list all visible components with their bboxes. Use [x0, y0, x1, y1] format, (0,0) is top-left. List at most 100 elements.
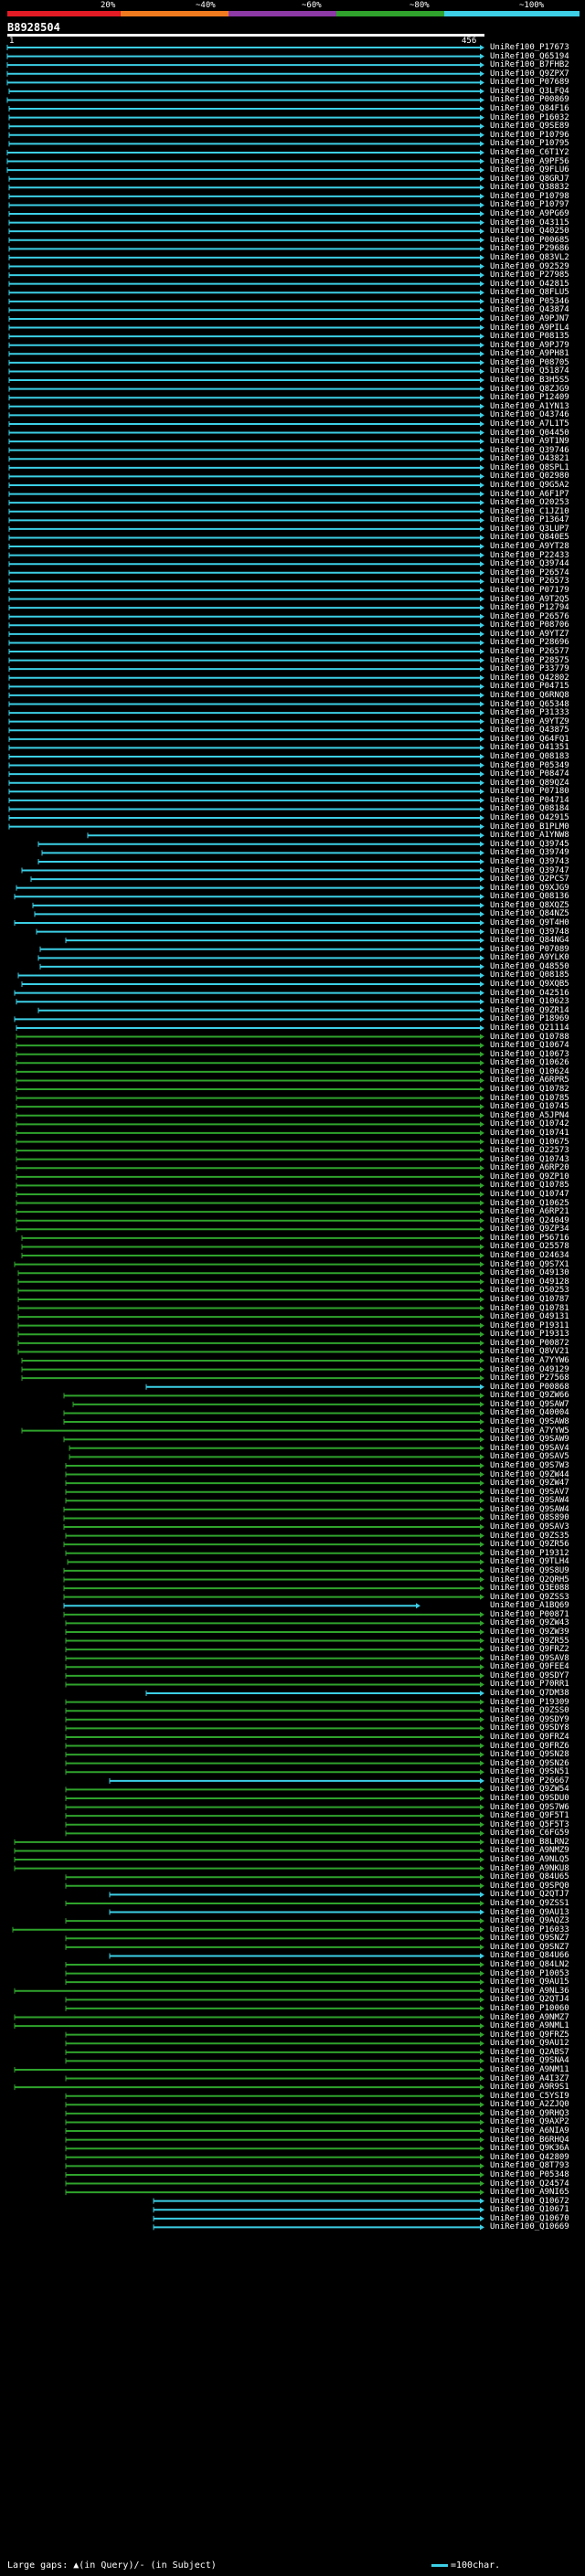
hit-arrowhead — [480, 911, 484, 917]
hit-arrowhead — [480, 1419, 484, 1426]
hit-arrowhead — [480, 640, 484, 646]
hit-arrowhead — [480, 727, 484, 734]
hit-arrowhead — [480, 158, 484, 164]
hit-arrowhead — [480, 578, 484, 585]
hit-arrowhead — [480, 1480, 484, 1487]
hit-arrowhead — [480, 1909, 484, 1915]
hit-arrowhead — [480, 1375, 484, 1382]
hit-arrowhead — [480, 237, 484, 243]
hit-arrowhead — [480, 1777, 484, 1784]
hit-arrowhead — [480, 1349, 484, 1355]
hit-arrowhead — [480, 1532, 484, 1539]
hit-arrowhead — [480, 1270, 484, 1277]
hit-arrowhead — [480, 1129, 484, 1136]
hit-arrowhead — [480, 439, 484, 445]
hit-arrowhead — [480, 990, 484, 996]
hit-arrowhead — [480, 80, 484, 86]
hit-arrowhead — [480, 1331, 484, 1338]
hit-arrowhead — [480, 771, 484, 778]
hit-arrowhead — [480, 1839, 484, 1845]
hit-arrowhead — [480, 657, 484, 663]
hit-arrowhead — [480, 2189, 484, 2196]
hit-arrowhead — [480, 2058, 484, 2064]
hit-arrowhead — [480, 1585, 484, 1592]
hit-arrowhead — [480, 517, 484, 524]
hit-arrowhead — [480, 307, 484, 313]
hit-arrowhead — [480, 1997, 484, 2003]
hit-arrowhead — [480, 193, 484, 199]
hit-arrowhead — [480, 1664, 484, 1670]
hit-arrowhead — [480, 1095, 484, 1101]
hit-arrowhead — [480, 1655, 484, 1661]
hit-arrowhead — [480, 1139, 484, 1145]
hit-arrowhead — [480, 2128, 484, 2135]
hit-arrowhead — [480, 1524, 484, 1531]
hit-arrowhead — [480, 141, 484, 147]
hit-arrowhead — [480, 2136, 484, 2143]
hit-arrowhead — [480, 2066, 484, 2072]
hit-id-link[interactable]: UniRef100_Q10669 — [490, 2222, 569, 2232]
hit-arrowhead — [480, 45, 484, 50]
hit-arrowhead — [480, 596, 484, 602]
hit-arrowhead — [480, 2084, 484, 2091]
hit-arrowhead — [480, 2031, 484, 2038]
hit-arrowhead — [480, 2075, 484, 2082]
hit-arrowhead — [480, 622, 484, 629]
hit-arrowhead — [480, 666, 484, 673]
hit-arrowhead — [480, 447, 484, 453]
hit-arrowhead — [480, 1760, 484, 1766]
hit-arrowhead — [480, 149, 484, 155]
hit-arrowhead — [480, 1900, 484, 1906]
hit-arrowhead — [480, 2163, 484, 2169]
hit-arrowhead — [480, 2023, 484, 2030]
hit-arrowhead — [480, 1043, 484, 1049]
hit-arrowhead — [480, 185, 484, 191]
hit-arrowhead — [480, 718, 484, 725]
hit-arrowhead — [480, 334, 484, 340]
hit-arrowhead — [480, 1813, 484, 1819]
hit-arrowhead — [480, 1953, 484, 1959]
hit-arrowhead — [480, 1611, 484, 1617]
hit-arrowhead — [480, 2215, 484, 2221]
hit-arrowhead — [480, 1410, 484, 1416]
hit-arrowhead — [480, 1804, 484, 1810]
hit-arrowhead — [416, 1603, 420, 1609]
hit-arrowhead — [480, 123, 484, 130]
hit-arrowhead — [480, 736, 484, 742]
hit-arrowhead — [480, 613, 484, 620]
hit-arrowhead — [480, 1944, 484, 1950]
hit-arrowhead — [480, 359, 484, 366]
hit-arrowhead — [480, 946, 484, 952]
hit-arrowhead — [480, 315, 484, 322]
hit-arrowhead — [480, 1918, 484, 1924]
hit-arrowhead — [480, 2005, 484, 2011]
hit-arrowhead — [480, 1638, 484, 1644]
hit-arrowhead — [480, 1506, 484, 1512]
hit-arrowhead — [480, 1314, 484, 1320]
hit-arrowhead — [480, 525, 484, 532]
hit-arrowhead — [480, 272, 484, 279]
hit-arrowhead — [480, 412, 484, 419]
hit-arrowhead — [480, 1296, 484, 1302]
hit-arrowhead — [480, 806, 484, 812]
hit-arrowhead — [480, 1716, 484, 1723]
hit-arrowhead — [480, 1077, 484, 1084]
hit-arrowhead — [480, 1542, 484, 1548]
hit-arrowhead — [480, 1892, 484, 1898]
hit-arrowhead — [480, 605, 484, 611]
hit-arrowhead — [480, 420, 484, 427]
hit-arrowhead — [480, 561, 484, 567]
hit-arrowhead — [480, 1725, 484, 1732]
hit-arrowhead — [480, 902, 484, 908]
hit-arrowhead — [480, 1305, 484, 1311]
hit-arrowhead — [480, 631, 484, 637]
hit-arrowhead — [480, 1647, 484, 1653]
scale-key: =100char. — [431, 2560, 500, 2571]
hit-arrowhead — [480, 2198, 484, 2204]
hit-arrowhead — [480, 1988, 484, 1994]
hit-arrowhead — [480, 1165, 484, 1171]
hit-arrowhead — [480, 1322, 484, 1329]
large-gaps-note: Large gaps: ▲(in Query)/- (in Subject) — [7, 2560, 217, 2571]
hit-arrowhead — [480, 219, 484, 226]
hit-arrowhead — [480, 1401, 484, 1407]
